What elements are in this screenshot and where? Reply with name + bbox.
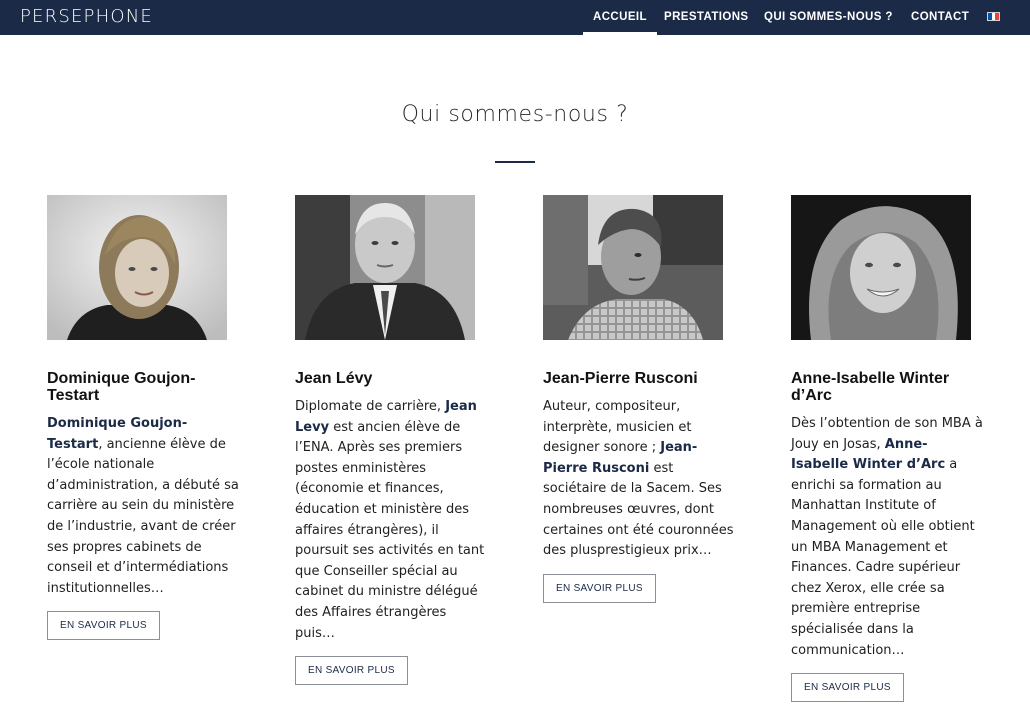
member-photo: [47, 195, 227, 340]
member-photo: [791, 195, 971, 340]
learn-more-button[interactable]: EN SAVOIR PLUS: [295, 656, 408, 686]
member-name: Jean-Pierre Rusconi: [543, 370, 698, 387]
member-bio: Auteur, compositeur, interprète, musicie…: [543, 397, 735, 562]
nav-item-prestations[interactable]: PRESTATIONS: [664, 0, 748, 35]
member-name: Dominique Goujon-Testart: [47, 370, 196, 404]
top-navbar: PERSEPHONE ACCUEIL PRESTATIONS QUI SOMME…: [0, 0, 1030, 35]
member-bio: Dominique Goujon-Testart, ancienne élève…: [47, 414, 239, 599]
learn-more-button[interactable]: EN SAVOIR PLUS: [543, 573, 656, 603]
member-photo: [295, 195, 475, 340]
team-card: Dominique Goujon-Testart Dominique Goujo…: [47, 195, 239, 641]
member-name: Anne-Isabelle Winter d’Arc: [791, 370, 950, 404]
bio-text: Diplomate de carrière,: [295, 399, 446, 414]
team-card: Jean Lévy Diplomate de carrière, Jean Le…: [295, 195, 487, 686]
team-card: Jean-Pierre Rusconi Auteur, compositeur,…: [543, 195, 735, 603]
title-divider: [495, 161, 535, 163]
nav-item-qui-sommes-nous[interactable]: QUI SOMMES-NOUS ?: [764, 0, 893, 35]
member-bio: Dès l’obtention de son MBA à Jouy en Jos…: [791, 414, 983, 661]
member-photo: [543, 195, 723, 340]
flag-fr-icon[interactable]: [987, 12, 1000, 21]
brand-logo[interactable]: PERSEPHONE: [20, 6, 153, 27]
bio-text: , ancienne élève de l’école nationale d’…: [47, 436, 239, 596]
learn-more-button[interactable]: EN SAVOIR PLUS: [47, 611, 160, 641]
bio-text: est ancien élève de l’ENA. Après ses pre…: [295, 419, 485, 641]
section-title: Qui sommes-nous ?: [401, 102, 629, 127]
nav-item-accueil[interactable]: ACCUEIL: [583, 0, 657, 35]
bio-text: a enrichi sa formation au Manhattan Inst…: [791, 457, 975, 658]
learn-more-button[interactable]: EN SAVOIR PLUS: [791, 673, 904, 703]
team-card: Anne-Isabelle Winter d’Arc Dès l’obtenti…: [791, 195, 983, 703]
nav-item-contact[interactable]: CONTACT: [911, 0, 969, 35]
member-name: Jean Lévy: [295, 370, 373, 387]
member-bio: Diplomate de carrière, Jean Levy est anc…: [295, 397, 487, 644]
